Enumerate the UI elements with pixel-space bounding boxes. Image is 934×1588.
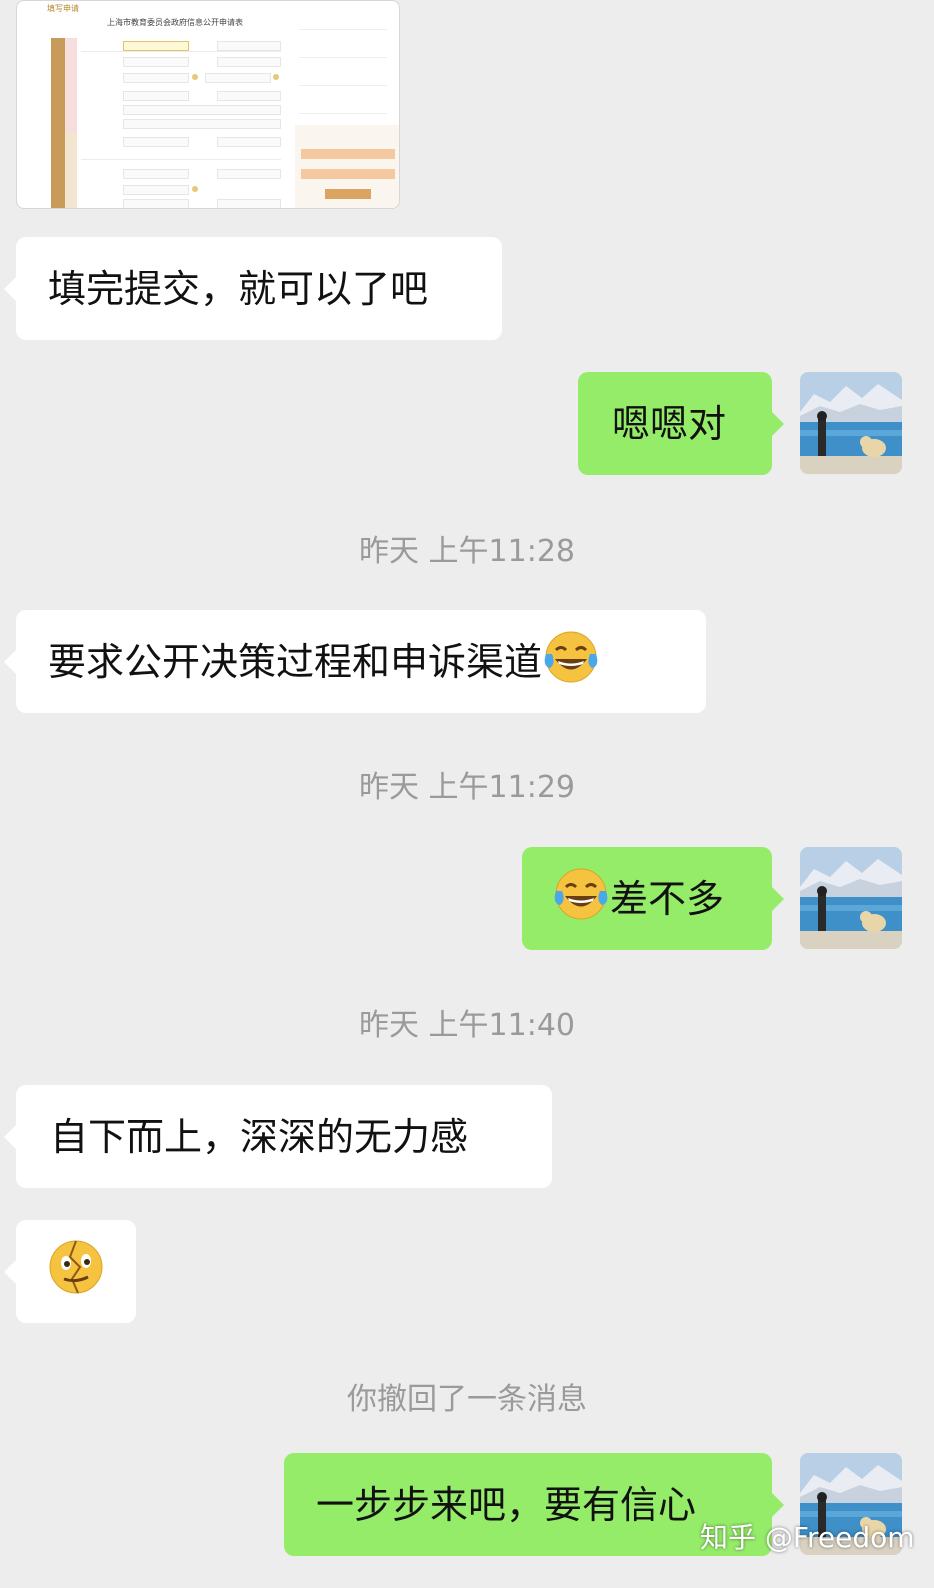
message-text: 嗯嗯对 xyxy=(612,401,727,446)
thumbnail-section-bar xyxy=(51,38,65,208)
thumbnail-side-item xyxy=(299,63,387,86)
thumbnail-field xyxy=(123,57,189,67)
thumbnail-side-item xyxy=(299,7,387,30)
thumbnail-section-bar xyxy=(65,132,77,208)
outgoing-message-bubble[interactable]: 嗯嗯对 xyxy=(578,372,784,475)
watermark: 知乎 @Freedom xyxy=(700,1521,915,1554)
thumbnail-side-item xyxy=(299,91,387,114)
message-text: 要求公开决策过程和申诉渠道 xyxy=(48,639,543,684)
landscape-photo-avatar-icon xyxy=(800,372,902,474)
message-text: 一步步来吧，要有信心 xyxy=(316,1482,697,1527)
form-screenshot-thumbnail[interactable]: 填写申请 上海市教育委员会政府信息公开申请表 xyxy=(16,0,400,209)
thumbnail-field xyxy=(217,41,281,51)
thumbnail-field xyxy=(123,91,189,101)
recalled-message-notice: 你撤回了一条消息 xyxy=(347,1382,587,1417)
tears-of-joy-emoji-icon xyxy=(542,628,600,695)
thumbnail-field xyxy=(123,105,281,115)
thumbnail-input xyxy=(301,149,395,159)
message-text: 自下而上，深深的无力感 xyxy=(50,1114,469,1159)
thumbnail-field xyxy=(217,199,281,208)
broken-face-emoji-icon xyxy=(46,1237,106,1306)
timestamp: 昨天 上午11:29 xyxy=(359,770,575,805)
thumbnail-button xyxy=(325,189,371,199)
thumbnail-field xyxy=(123,137,189,147)
outgoing-message-bubble[interactable]: 一步步来吧，要有信心 xyxy=(284,1453,784,1556)
message-text: 差不多 xyxy=(610,876,725,921)
thumbnail-field xyxy=(123,199,189,208)
thumbnail-field xyxy=(123,73,189,83)
thumbnail-form-row xyxy=(81,159,281,160)
outgoing-message-bubble[interactable]: 差不多 xyxy=(522,847,784,950)
thumbnail-marker xyxy=(192,186,198,192)
tears-of-joy-emoji-icon xyxy=(552,865,610,932)
thumbnail-field xyxy=(123,41,189,51)
thumbnail-side-item xyxy=(299,35,387,58)
thumbnail-field xyxy=(123,185,189,195)
avatar[interactable] xyxy=(800,847,902,949)
thumbnail-section-bar xyxy=(65,38,77,132)
thumbnail-marker xyxy=(192,74,198,80)
timestamp: 昨天 上午11:28 xyxy=(359,534,575,569)
thumbnail-field xyxy=(217,57,281,67)
thumbnail-input xyxy=(301,169,395,179)
thumbnail-field xyxy=(217,169,281,179)
incoming-message-bubble[interactable]: 自下而上，深深的无力感 xyxy=(4,1085,552,1188)
thumbnail-form-title: 上海市教育委员会政府信息公开申请表 xyxy=(107,18,243,27)
thumbnail-marker xyxy=(273,74,279,80)
avatar[interactable] xyxy=(800,372,902,474)
thumbnail-form-row xyxy=(81,51,281,52)
incoming-message-bubble[interactable]: 要求公开决策过程和申诉渠道 xyxy=(4,610,706,713)
thumbnail-field xyxy=(205,73,271,83)
thumbnail-field xyxy=(123,119,281,129)
timestamp: 昨天 上午11:40 xyxy=(359,1008,575,1043)
message-text: 填完提交，就可以了吧 xyxy=(48,266,429,311)
incoming-message-bubble[interactable]: 填完提交，就可以了吧 xyxy=(4,237,502,340)
thumbnail-field xyxy=(217,91,281,101)
incoming-message-bubble[interactable] xyxy=(4,1220,136,1323)
thumbnail-header: 填写申请 xyxy=(47,4,79,13)
thumbnail-field xyxy=(123,169,189,179)
thumbnail-field xyxy=(217,137,281,147)
landscape-photo-avatar-icon xyxy=(800,847,902,949)
